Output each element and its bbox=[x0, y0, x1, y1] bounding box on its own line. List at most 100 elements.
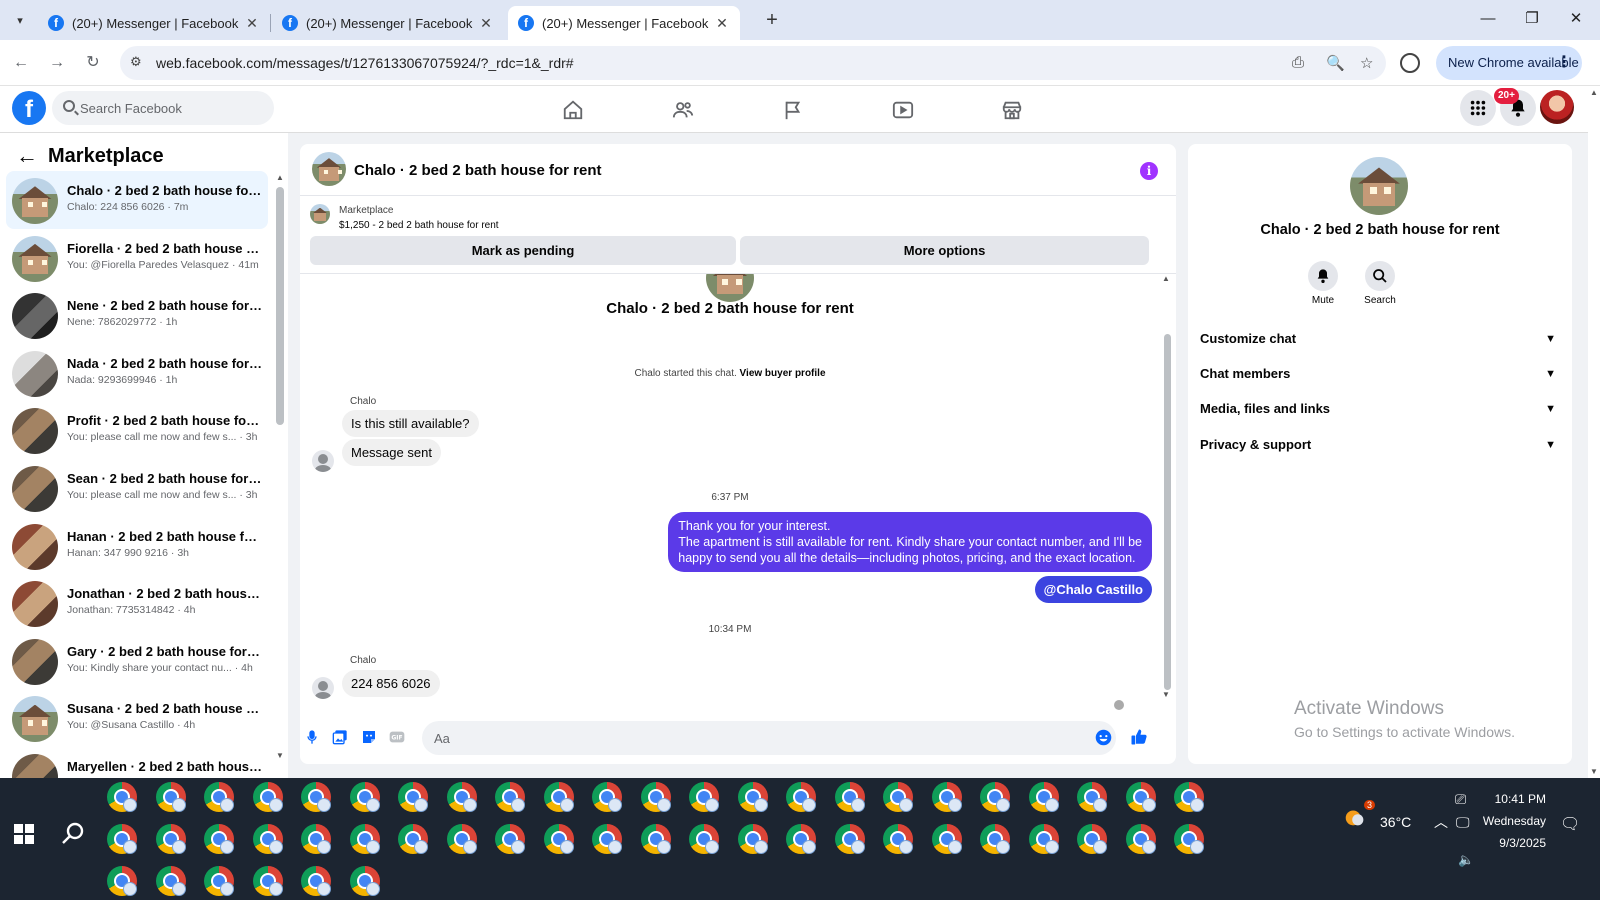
microphone-icon[interactable] bbox=[303, 728, 321, 746]
weather-temperature[interactable]: 36°C bbox=[1380, 814, 1411, 830]
sender-avatar[interactable] bbox=[312, 450, 334, 472]
scroll-up-arrow-icon[interactable]: ▲ bbox=[276, 173, 284, 182]
chrome-profile-taskbar-icon[interactable] bbox=[786, 824, 816, 854]
meet-now-icon[interactable]: ⎚ bbox=[1455, 791, 1466, 808]
notification-center-icon[interactable]: 🗨 bbox=[1560, 814, 1580, 834]
clock-day[interactable]: Wednesday bbox=[1480, 814, 1546, 828]
chat-list-item[interactable]: Gary · 2 bed 2 bath house for re... You:… bbox=[6, 632, 268, 690]
listing-price-title[interactable]: $1,250 - 2 bed 2 bath house for rent bbox=[339, 220, 499, 231]
clock-time[interactable]: 10:41 PM bbox=[1486, 792, 1546, 806]
scrollbar-thumb[interactable] bbox=[276, 187, 284, 425]
chrome-profile-taskbar-icon[interactable] bbox=[980, 782, 1010, 812]
mark-as-pending-button[interactable]: Mark as pending bbox=[310, 236, 736, 265]
chrome-profile-taskbar-icon[interactable] bbox=[738, 824, 768, 854]
chrome-profile-taskbar-icon[interactable] bbox=[1029, 782, 1059, 812]
friends-icon[interactable] bbox=[663, 94, 703, 126]
sender-avatar[interactable] bbox=[312, 677, 334, 699]
chat-list-item[interactable]: Fiorella · 2 bed 2 bath house for... You… bbox=[6, 229, 268, 287]
scroll-up-arrow-icon[interactable]: ▲ bbox=[1162, 274, 1170, 283]
chrome-profile-taskbar-icon[interactable] bbox=[883, 824, 913, 854]
chrome-profile-taskbar-icon[interactable] bbox=[1174, 824, 1204, 854]
back-arrow-icon[interactable]: ← bbox=[16, 143, 38, 169]
chat-list-item[interactable]: Profit · 2 bed 2 bath house for r... You… bbox=[6, 401, 268, 459]
facebook-search[interactable] bbox=[52, 91, 274, 125]
chrome-profile-taskbar-icon[interactable] bbox=[253, 866, 283, 896]
home-icon[interactable] bbox=[553, 94, 593, 126]
account-avatar[interactable] bbox=[1540, 90, 1574, 124]
chrome-profile-taskbar-icon[interactable] bbox=[447, 824, 477, 854]
contact-avatar[interactable] bbox=[1350, 157, 1408, 215]
view-buyer-profile-link[interactable]: View buyer profile bbox=[740, 368, 826, 379]
reload-icon[interactable]: ↻ bbox=[80, 50, 106, 76]
windows-start-icon[interactable] bbox=[14, 824, 34, 844]
taskbar-search-icon[interactable] bbox=[60, 820, 88, 848]
chrome-profile-taskbar-icon[interactable] bbox=[641, 824, 671, 854]
network-icon[interactable]: 🖵 bbox=[1456, 814, 1470, 831]
chrome-profile-taskbar-icon[interactable] bbox=[1174, 782, 1204, 812]
window-close-icon[interactable]: ✕ bbox=[1564, 8, 1588, 32]
new-tab-plus-icon[interactable]: + bbox=[760, 9, 784, 33]
install-app-icon[interactable]: ⎙ bbox=[1292, 54, 1304, 71]
chrome-profile-taskbar-icon[interactable] bbox=[107, 824, 137, 854]
zoom-icon[interactable]: 🔍 bbox=[1326, 54, 1345, 72]
chrome-profile-taskbar-icon[interactable] bbox=[350, 866, 380, 896]
browser-profile-icon[interactable] bbox=[1400, 53, 1420, 73]
chrome-profile-taskbar-icon[interactable] bbox=[689, 824, 719, 854]
incoming-message[interactable]: Is this still available? bbox=[342, 410, 479, 437]
chrome-profile-taskbar-icon[interactable] bbox=[883, 782, 913, 812]
chrome-profile-taskbar-icon[interactable] bbox=[253, 824, 283, 854]
chrome-profile-taskbar-icon[interactable] bbox=[1029, 824, 1059, 854]
chrome-profile-taskbar-icon[interactable] bbox=[592, 782, 622, 812]
listing-thumbnail[interactable] bbox=[310, 204, 330, 224]
chrome-profile-taskbar-icon[interactable] bbox=[350, 824, 380, 854]
page-scrollbar[interactable]: ▲ ▼ bbox=[1588, 86, 1600, 778]
tab-search-chevron-icon[interactable]: ▾ bbox=[8, 8, 32, 32]
thumbs-up-like-icon[interactable] bbox=[1130, 728, 1148, 746]
chrome-profile-taskbar-icon[interactable] bbox=[350, 782, 380, 812]
photo-gallery-icon[interactable] bbox=[331, 728, 349, 746]
conversation-info-icon[interactable]: i bbox=[1140, 162, 1158, 180]
chat-list-item[interactable]: Nada · 2 bed 2 bath house for r... Nada:… bbox=[6, 344, 268, 402]
scrollbar-thumb[interactable] bbox=[1164, 334, 1171, 690]
chat-list-item[interactable]: Jonathan · 2 bed 2 bath house f... Jonat… bbox=[6, 574, 268, 632]
address-bar[interactable]: ⚙ web.facebook.com/messages/t/1276133067… bbox=[120, 46, 1386, 80]
chrome-profile-taskbar-icon[interactable] bbox=[1126, 782, 1156, 812]
chrome-profile-taskbar-icon[interactable] bbox=[835, 824, 865, 854]
conversation-title[interactable]: Chalo · 2 bed 2 bath house for rent bbox=[354, 162, 602, 179]
media-files-links-section[interactable]: Media, files and links ▼ bbox=[1200, 394, 1562, 424]
scroll-down-arrow-icon[interactable]: ▼ bbox=[1590, 767, 1598, 776]
chrome-profile-taskbar-icon[interactable] bbox=[592, 824, 622, 854]
chrome-profile-taskbar-icon[interactable] bbox=[204, 824, 234, 854]
chrome-profile-taskbar-icon[interactable] bbox=[156, 866, 186, 896]
chrome-profile-taskbar-icon[interactable] bbox=[301, 782, 331, 812]
chrome-profile-taskbar-icon[interactable] bbox=[835, 782, 865, 812]
chat-list-scrollbar[interactable]: ▲ ▼ bbox=[276, 173, 284, 773]
facebook-search-input[interactable] bbox=[80, 91, 266, 125]
sticker-icon[interactable] bbox=[360, 728, 378, 746]
chrome-profile-taskbar-icon[interactable] bbox=[156, 824, 186, 854]
chrome-profile-taskbar-icon[interactable] bbox=[1077, 824, 1107, 854]
browser-tab-1[interactable]: f (20+) Messenger | Facebook ✕ bbox=[38, 6, 270, 40]
scroll-down-arrow-icon[interactable]: ▼ bbox=[1162, 690, 1170, 699]
emoji-icon[interactable] bbox=[1094, 728, 1112, 746]
chrome-profile-taskbar-icon[interactable] bbox=[738, 782, 768, 812]
chat-list-item[interactable]: Sean · 2 bed 2 bath house for re... You:… bbox=[6, 459, 268, 517]
chat-list-item[interactable]: Hanan · 2 bed 2 bath house for ... Hanan… bbox=[6, 517, 268, 575]
chrome-profile-taskbar-icon[interactable] bbox=[932, 782, 962, 812]
chevron-up-icon[interactable]: ︿ bbox=[1434, 812, 1448, 832]
message-input[interactable] bbox=[422, 721, 1116, 755]
chrome-profile-taskbar-icon[interactable] bbox=[156, 782, 186, 812]
chrome-profile-taskbar-icon[interactable] bbox=[301, 866, 331, 896]
chat-list-item[interactable]: Nene · 2 bed 2 bath house for r... Nene:… bbox=[6, 286, 268, 344]
customize-chat-section[interactable]: Customize chat ▼ bbox=[1200, 324, 1562, 354]
clock-date[interactable]: 9/3/2025 bbox=[1480, 836, 1546, 850]
chrome-profile-taskbar-icon[interactable] bbox=[980, 824, 1010, 854]
menu-grid-icon[interactable] bbox=[1460, 90, 1496, 126]
chat-members-section[interactable]: Chat members ▼ bbox=[1200, 359, 1562, 389]
incoming-message[interactable]: 224 856 6026 bbox=[342, 670, 440, 697]
back-arrow-icon[interactable]: ← bbox=[8, 50, 34, 76]
chrome-profile-taskbar-icon[interactable] bbox=[641, 782, 671, 812]
incoming-message[interactable]: Message sent bbox=[342, 439, 441, 466]
chrome-profile-taskbar-icon[interactable] bbox=[689, 782, 719, 812]
chrome-profile-taskbar-icon[interactable] bbox=[204, 866, 234, 896]
